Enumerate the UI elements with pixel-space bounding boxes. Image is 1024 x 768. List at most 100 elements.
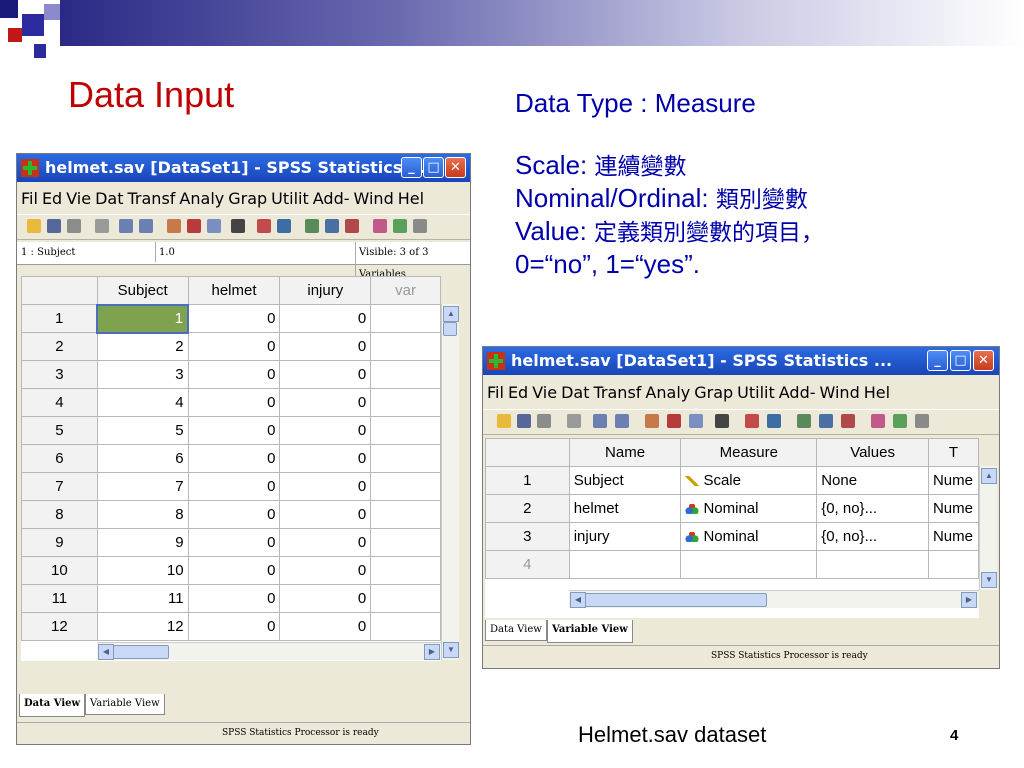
scroll-thumb[interactable] xyxy=(443,322,457,336)
variable-window-titlebar[interactable]: helmet.sav [DataSet1] - SPSS Statistics … xyxy=(483,347,999,375)
data-cell[interactable]: 0 xyxy=(187,556,281,585)
empty-cell[interactable] xyxy=(370,304,441,333)
save-icon[interactable] xyxy=(517,414,531,428)
row-header[interactable]: 8 xyxy=(21,500,98,529)
scroll-up-icon[interactable]: ▲ xyxy=(981,468,997,484)
data-cell[interactable]: 5 xyxy=(96,416,189,445)
row-header[interactable]: 2 xyxy=(21,332,98,361)
data-cell[interactable]: 4 xyxy=(96,388,189,417)
values-cell[interactable]: None xyxy=(816,466,929,495)
empty-cell[interactable] xyxy=(370,416,441,445)
variable-grid-vertical-scrollbar[interactable]: ▲ ▼ xyxy=(979,466,997,590)
column-header-measure[interactable]: Measure xyxy=(680,438,818,467)
value-labels-icon[interactable] xyxy=(373,219,387,233)
empty-cell[interactable] xyxy=(370,388,441,417)
menu-transform[interactable]: Transf xyxy=(594,383,642,402)
data-cell[interactable]: 0 xyxy=(279,388,372,417)
corner-header[interactable] xyxy=(485,438,570,467)
menu-data[interactable]: Dat xyxy=(95,189,123,208)
undo-icon[interactable] xyxy=(593,414,607,428)
menu-data[interactable]: Dat xyxy=(561,383,589,402)
data-cell[interactable]: 0 xyxy=(279,584,372,613)
scroll-right-icon[interactable]: ▶ xyxy=(424,644,440,660)
menu-file[interactable]: Fil xyxy=(487,383,504,402)
variable-name-cell[interactable] xyxy=(568,550,682,579)
open-icon[interactable] xyxy=(497,414,511,428)
corner-header[interactable] xyxy=(21,276,98,305)
minimize-button[interactable]: _ xyxy=(401,157,422,178)
save-icon[interactable] xyxy=(47,219,61,233)
data-window-titlebar[interactable]: helmet.sav [DataSet1] - SPSS Statistics … xyxy=(17,154,470,182)
redo-icon[interactable] xyxy=(139,219,153,233)
column-header-subject[interactable]: Subject xyxy=(96,276,189,305)
tab-data-view[interactable]: Data View xyxy=(485,620,547,641)
maximize-button[interactable]: □ xyxy=(950,350,971,371)
minimize-button[interactable]: _ xyxy=(927,350,948,371)
empty-cell[interactable] xyxy=(370,500,441,529)
row-header[interactable]: 11 xyxy=(21,584,98,613)
menu-window[interactable]: Wind xyxy=(820,383,860,402)
goto-variable-icon[interactable] xyxy=(187,219,201,233)
data-cell[interactable]: 0 xyxy=(187,332,281,361)
weight-cases-icon[interactable] xyxy=(819,414,833,428)
data-cell[interactable]: 3 xyxy=(96,360,189,389)
measure-cell[interactable]: Nominal xyxy=(680,522,818,551)
empty-cell[interactable] xyxy=(370,612,441,641)
variable-name-cell[interactable]: injury xyxy=(568,522,682,551)
scroll-left-icon[interactable]: ◀ xyxy=(98,644,114,660)
measure-cell[interactable]: Nominal xyxy=(680,494,818,523)
row-header[interactable]: 4 xyxy=(21,388,98,417)
column-header-var[interactable]: var xyxy=(370,276,441,305)
menu-edit[interactable]: Ed xyxy=(508,383,528,402)
row-header[interactable]: 12 xyxy=(21,612,98,641)
undo-icon[interactable] xyxy=(119,219,133,233)
menu-window[interactable]: Wind xyxy=(354,189,394,208)
scroll-down-icon[interactable]: ▼ xyxy=(981,572,997,588)
empty-cell[interactable] xyxy=(370,332,441,361)
empty-cell[interactable] xyxy=(370,444,441,473)
data-cell[interactable]: 0 xyxy=(187,388,281,417)
variables-icon[interactable] xyxy=(689,414,703,428)
menu-analyze[interactable]: Analy xyxy=(645,383,690,402)
menu-analyze[interactable]: Analy xyxy=(179,189,224,208)
variable-view-window[interactable]: helmet.sav [DataSet1] - SPSS Statistics … xyxy=(482,346,1000,669)
row-header[interactable]: 1 xyxy=(485,466,570,495)
empty-cell[interactable] xyxy=(370,556,441,585)
data-view-window[interactable]: helmet.sav [DataSet1] - SPSS Statistics … xyxy=(16,153,471,745)
data-cell[interactable]: 12 xyxy=(96,612,189,641)
data-cell[interactable]: 0 xyxy=(279,472,372,501)
select-cases-icon[interactable] xyxy=(345,219,359,233)
print-icon[interactable] xyxy=(67,219,81,233)
row-header[interactable]: 1 xyxy=(21,304,98,333)
close-button[interactable]: ✕ xyxy=(445,157,466,178)
find-icon[interactable] xyxy=(231,219,245,233)
column-header-name[interactable]: Name xyxy=(568,438,682,467)
menu-transform[interactable]: Transf xyxy=(128,189,176,208)
measure-cell[interactable]: Scale xyxy=(680,466,818,495)
variables-icon[interactable] xyxy=(207,219,221,233)
insert-variable-icon[interactable] xyxy=(767,414,781,428)
measure-cell[interactable] xyxy=(680,550,818,579)
row-header[interactable]: 4 xyxy=(485,550,570,579)
scroll-thumb[interactable] xyxy=(113,645,169,659)
scroll-thumb[interactable] xyxy=(585,593,767,607)
row-header[interactable]: 7 xyxy=(21,472,98,501)
empty-cell[interactable] xyxy=(370,584,441,613)
use-sets-icon[interactable] xyxy=(393,219,407,233)
show-all-icon[interactable] xyxy=(915,414,929,428)
data-cell[interactable]: 0 xyxy=(187,304,281,333)
split-file-icon[interactable] xyxy=(305,219,319,233)
insert-cases-icon[interactable] xyxy=(745,414,759,428)
data-cell[interactable]: 0 xyxy=(279,612,372,641)
data-cell[interactable]: 0 xyxy=(279,360,372,389)
data-cell[interactable]: 1 xyxy=(96,303,190,334)
column-header-helmet[interactable]: helmet xyxy=(187,276,281,305)
weight-cases-icon[interactable] xyxy=(325,219,339,233)
data-cell[interactable]: 10 xyxy=(96,556,189,585)
menu-view[interactable]: Vie xyxy=(66,189,91,208)
data-cell[interactable]: 11 xyxy=(96,584,189,613)
goto-variable-icon[interactable] xyxy=(667,414,681,428)
cell-value-input[interactable]: 1.0 xyxy=(155,242,355,262)
scroll-right-icon[interactable]: ▶ xyxy=(961,592,977,608)
row-header[interactable]: 3 xyxy=(485,522,570,551)
